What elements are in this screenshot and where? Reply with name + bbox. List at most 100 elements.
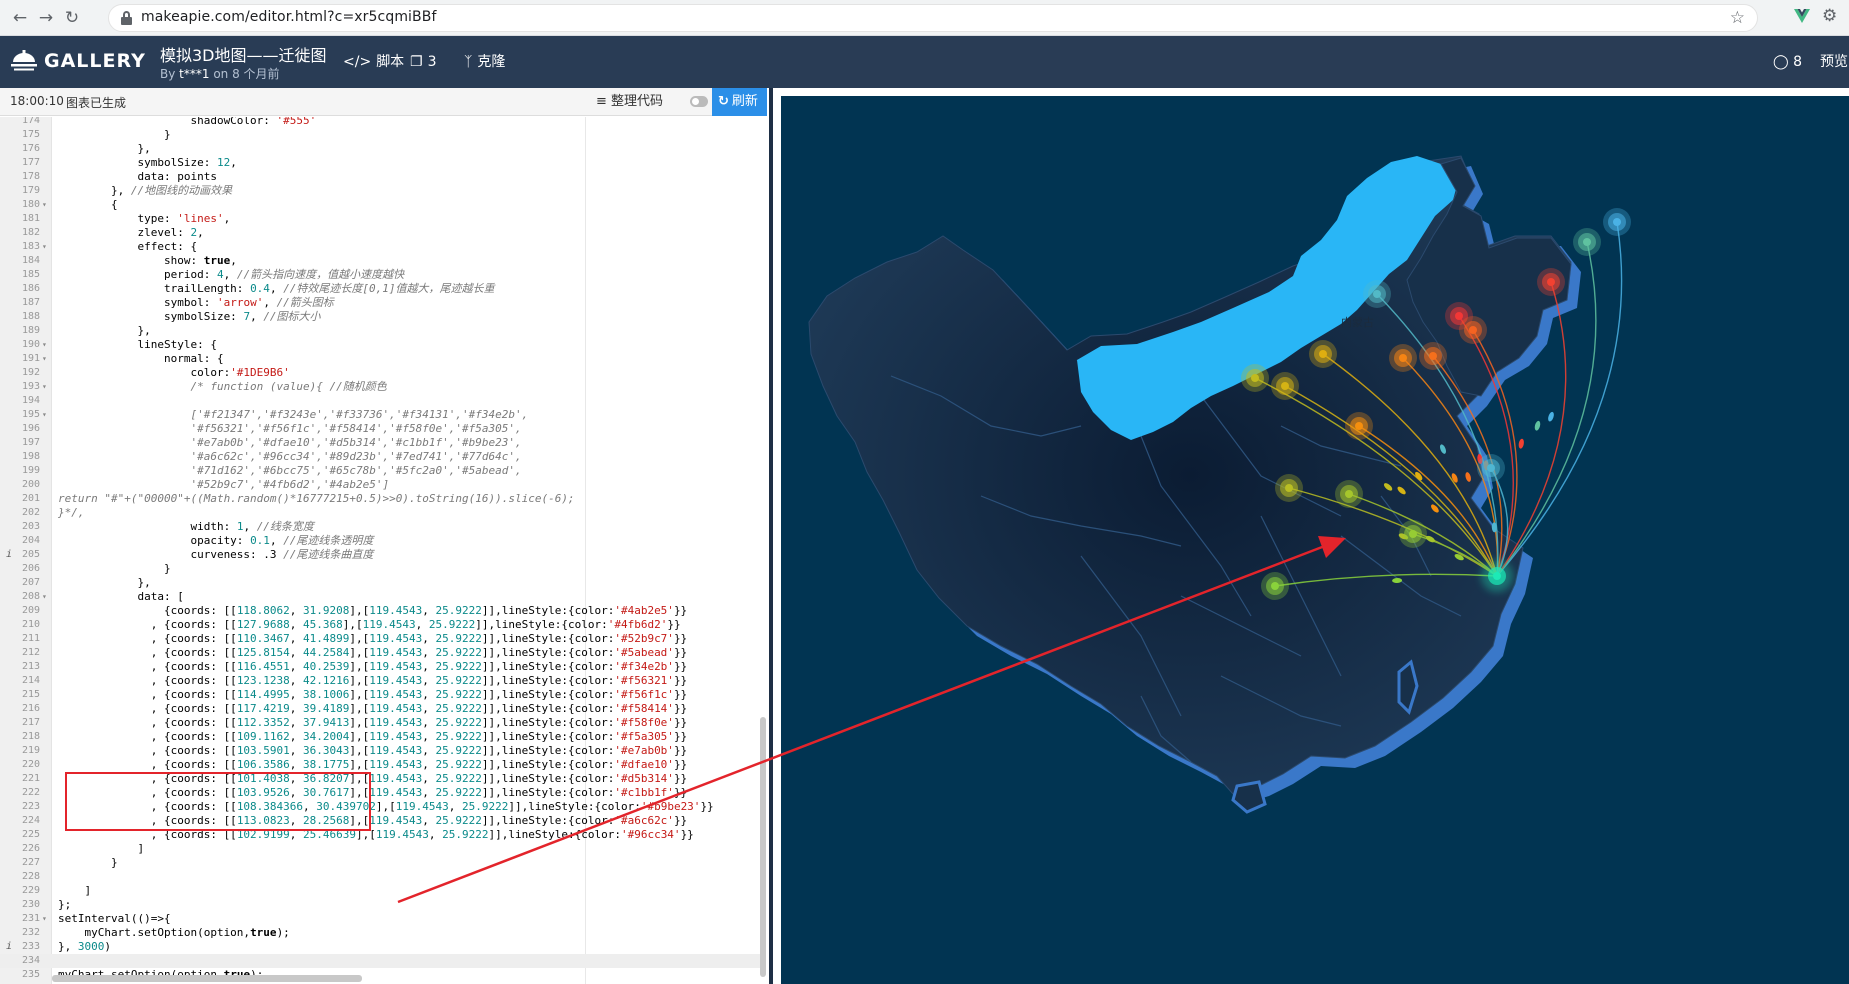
- code-line[interactable]: 201 return "#"+("00000"+((Math.random()*1…: [0, 492, 760, 506]
- line-number: 216: [21, 703, 40, 714]
- code-line[interactable]: 206 }: [0, 562, 760, 576]
- panel-splitter-bar[interactable]: [769, 88, 773, 984]
- arrow-right-icon[interactable]: →: [34, 6, 58, 30]
- vue-devtools-icon[interactable]: [1793, 7, 1811, 25]
- info-annotation-icon[interactable]: i: [6, 548, 14, 562]
- code-line[interactable]: 181 type: 'lines',: [0, 212, 760, 226]
- address-bar[interactable]: makeapie.com/editor.html?c=xr5cqmiBBf ☆: [108, 4, 1758, 32]
- code-line[interactable]: 231 ▾ setInterval(()=>{: [0, 912, 760, 926]
- format-code-button[interactable]: ≡ 整理代码: [596, 92, 663, 112]
- code-line[interactable]: 210 , {coords: [[127.9688, 45.368],[119.…: [0, 618, 760, 632]
- code-line[interactable]: 213 , {coords: [[116.4551, 40.2539],[119…: [0, 660, 760, 674]
- fold-toggle-icon[interactable]: ▾: [42, 198, 50, 212]
- code-line[interactable]: 194: [0, 394, 760, 408]
- code-line[interactable]: 202}*/,: [0, 506, 760, 520]
- refresh-button[interactable]: ↻ 刷新: [712, 88, 767, 116]
- chart-preview[interactable]: 内蒙古: [781, 96, 1849, 984]
- code-line[interactable]: 183 ▾ effect: {: [0, 240, 760, 254]
- code-line[interactable]: 198 '#a6c62c','#96cc34','#89d23b','#7ed7…: [0, 450, 760, 464]
- code-line[interactable]: 178 data: points: [0, 170, 760, 184]
- code-line[interactable]: 211 , {coords: [[110.3467, 41.4899],[119…: [0, 632, 760, 646]
- code-line[interactable]: 207 },: [0, 576, 760, 590]
- code-line[interactable]: 212 , {coords: [[125.8154, 44.2584],[119…: [0, 646, 760, 660]
- code-line[interactable]: 216 , {coords: [[117.4219, 39.4189],[119…: [0, 702, 760, 716]
- code-line[interactable]: 175 }: [0, 128, 760, 142]
- code-line[interactable]: 189 },: [0, 324, 760, 338]
- arrow-left-icon[interactable]: ←: [8, 6, 32, 30]
- code-text: '#f56321','#f56f1c','#f58414','#f58f0e',…: [58, 422, 522, 435]
- code-line[interactable]: 191 ▾ normal: {: [0, 352, 760, 366]
- code-line[interactable]: 177 symbolSize: 12,: [0, 156, 760, 170]
- code-line[interactable]: 176 },: [0, 142, 760, 156]
- line-number: 177: [21, 157, 40, 168]
- fold-toggle-icon[interactable]: ▾: [42, 380, 50, 394]
- code-line[interactable]: 185 period: 4, //箭头指向速度，值越小速度越快: [0, 268, 760, 282]
- code-line[interactable]: 233 i}, 3000): [0, 940, 760, 954]
- fold-toggle-icon[interactable]: ▾: [42, 352, 50, 366]
- code-text: , {coords: [[123.1238, 42.1216],[119.454…: [58, 674, 688, 687]
- code-line[interactable]: 197 '#e7ab0b','#dfae10','#d5b314','#c1bb…: [0, 436, 760, 450]
- code-line[interactable]: 205 i curveness: .3 //尾迹线条曲直度: [0, 548, 760, 562]
- code-line[interactable]: 217 , {coords: [[112.3352, 37.9413],[119…: [0, 716, 760, 730]
- code-line[interactable]: 226 ]: [0, 842, 760, 856]
- code-line[interactable]: 219 , {coords: [[103.5901, 36.3043],[119…: [0, 744, 760, 758]
- bookmark-star-icon[interactable]: ☆: [1730, 8, 1745, 28]
- code-line[interactable]: 186 trailLength: 0.4, //特效尾迹长度[0,1]值越大，尾…: [0, 282, 760, 296]
- code-line[interactable]: 196 '#f56321','#f56f1c','#f58414','#f58f…: [0, 422, 760, 436]
- code-line[interactable]: 193 ▾ /* function (value){ //随机颜色: [0, 380, 760, 394]
- vertical-scrollbar[interactable]: [760, 717, 766, 977]
- fold-toggle-icon[interactable]: ▾: [42, 912, 50, 926]
- code-line[interactable]: 227 }: [0, 856, 760, 870]
- info-annotation-icon[interactable]: i: [6, 940, 14, 954]
- comments-button[interactable]: ◯ 8: [1773, 52, 1802, 72]
- code-line[interactable]: 192 color:'#1DE9B6': [0, 366, 760, 380]
- author-name[interactable]: t***1: [179, 67, 209, 81]
- code-lines: 174 shadowColor: '#555' 175 } 176 }, 177 sy…: [0, 117, 760, 982]
- code-line[interactable]: 229 ]: [0, 884, 760, 898]
- code-line[interactable]: 195 ▾ ['#f21347','#f3243e','#f33736','#f3…: [0, 408, 760, 422]
- code-line[interactable]: 209 {coords: [[118.8062, 31.9208],[119.4…: [0, 604, 760, 618]
- gallery-logo[interactable]: GALLERY: [10, 46, 150, 76]
- code-line[interactable]: 230};: [0, 898, 760, 912]
- code-line[interactable]: 228: [0, 870, 760, 884]
- code-text: color:'#1DE9B6': [58, 366, 290, 379]
- code-line[interactable]: 184 show: true,: [0, 254, 760, 268]
- code-line[interactable]: 187 symbol: 'arrow', //箭头图标: [0, 296, 760, 310]
- code-line[interactable]: 180 ▾ {: [0, 198, 760, 212]
- code-line[interactable]: 220 , {coords: [[106.3586, 38.1775],[119…: [0, 758, 760, 772]
- fold-toggle-icon[interactable]: ▾: [42, 240, 50, 254]
- auto-refresh-toggle[interactable]: [690, 96, 708, 107]
- code-line[interactable]: 204 opacity: 0.1, //尾迹线条透明度: [0, 534, 760, 548]
- line-number: 196: [21, 423, 40, 434]
- address-url[interactable]: makeapie.com/editor.html?c=xr5cqmiBBf: [141, 9, 437, 25]
- horizontal-scrollbar[interactable]: [52, 975, 362, 982]
- code-line[interactable]: 218 , {coords: [[109.1162, 34.2004],[119…: [0, 730, 760, 744]
- code-line[interactable]: 182 zlevel: 2,: [0, 226, 760, 240]
- code-line[interactable]: 200 '#52b9c7','#4fb6d2','#4ab2e5']: [0, 478, 760, 492]
- code-line[interactable]: 203 width: 1, //线条宽度: [0, 520, 760, 534]
- source-point: [1271, 372, 1299, 400]
- versions-button[interactable]: ❐ 3: [410, 52, 436, 72]
- code-line[interactable]: 208 ▾ data: [: [0, 590, 760, 604]
- code-line[interactable]: 179 }, //地图线的动画效果: [0, 184, 760, 198]
- fold-toggle-icon[interactable]: ▾: [42, 590, 50, 604]
- code-line[interactable]: 174 shadowColor: '#555': [0, 117, 760, 128]
- code-text: shadowColor: '#555': [58, 117, 317, 127]
- code-editor[interactable]: 174 shadowColor: '#555' 175 } 176 }, 177 sy…: [0, 117, 767, 984]
- code-line[interactable]: 188 symbolSize: 7, //图标大小: [0, 310, 760, 324]
- code-line[interactable]: 190 ▾ lineStyle: {: [0, 338, 760, 352]
- code-line[interactable]: 214 , {coords: [[123.1238, 42.1216],[119…: [0, 674, 760, 688]
- fork-button[interactable]: ᛉ 克隆: [464, 52, 505, 72]
- fold-toggle-icon[interactable]: ▾: [42, 408, 50, 422]
- code-line[interactable]: 215 , {coords: [[114.4995, 38.1006],[119…: [0, 688, 760, 702]
- script-button[interactable]: </> 脚本: [343, 52, 404, 72]
- code-line[interactable]: 234: [0, 954, 760, 968]
- fold-toggle-icon[interactable]: ▾: [42, 338, 50, 352]
- preview-button[interactable]: 预览: [1820, 52, 1848, 72]
- code-line[interactable]: 199 '#71d162','#6bcc75','#65c78b','#5fc2…: [0, 464, 760, 478]
- browser-toolbar: ← → ↻ makeapie.com/editor.html?c=xr5cqmi…: [0, 0, 1849, 36]
- line-number: 189: [21, 325, 40, 336]
- code-line[interactable]: 232 myChart.setOption(option,true);: [0, 926, 760, 940]
- reload-icon[interactable]: ↻: [60, 6, 84, 30]
- extensions-puzzle-icon[interactable]: ⚙: [1822, 6, 1837, 26]
